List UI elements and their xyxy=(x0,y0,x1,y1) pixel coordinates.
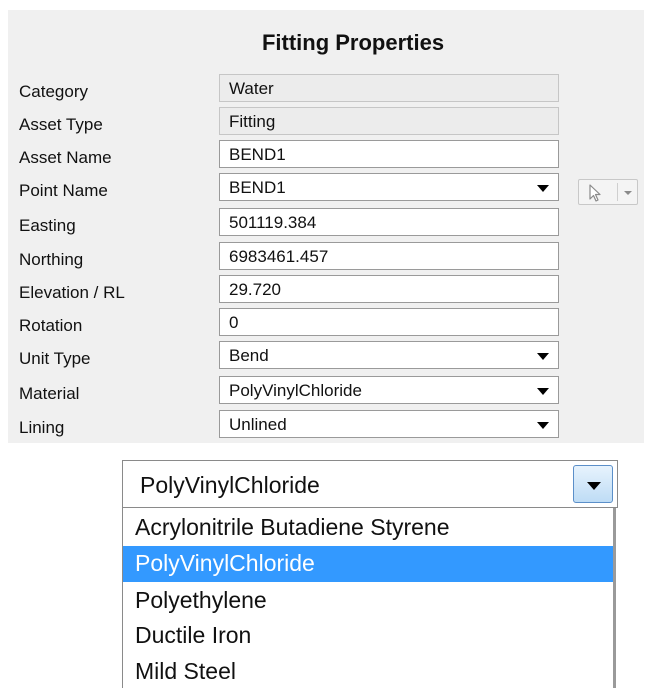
easting-value: 501119.384 xyxy=(229,213,317,232)
row-material: Material PolyVinylChloride xyxy=(8,376,644,408)
option-polyvinylchloride[interactable]: PolyVinylChloride xyxy=(123,546,613,582)
chevron-down-icon xyxy=(537,422,549,429)
easting-input[interactable]: 501119.384 xyxy=(219,208,559,236)
option-ductile-iron[interactable]: Ductile Iron xyxy=(123,618,613,654)
material-combobox-zoomed[interactable]: PolyVinylChloride xyxy=(122,460,618,508)
option-label: Mild Steel xyxy=(135,658,236,684)
rotation-value: 0 xyxy=(229,313,239,332)
northing-value: 6983461.457 xyxy=(229,247,329,266)
row-northing: Northing 6983461.457 xyxy=(8,242,644,274)
chevron-down-icon xyxy=(537,353,549,360)
fitting-properties-panel: Fitting Properties Category Water Asset … xyxy=(8,10,644,443)
point-name-value: BEND1 xyxy=(229,178,286,197)
combobox-value: PolyVinylChloride xyxy=(140,472,320,498)
elevation-input[interactable]: 29.720 xyxy=(219,275,559,303)
unit-type-label: Unit Type xyxy=(19,349,91,368)
panel-title: Fitting Properties xyxy=(261,30,445,55)
category-field: Water xyxy=(219,74,559,102)
row-elevation: Elevation / RL 29.720 xyxy=(8,275,644,307)
row-asset-name: Asset Name BEND1 xyxy=(8,140,644,172)
dropdown-button[interactable] xyxy=(573,465,613,503)
row-easting: Easting 501119.384 xyxy=(8,208,644,240)
point-name-label: Point Name xyxy=(19,181,108,200)
picker-separator xyxy=(617,183,618,201)
picker-dropdown-arrow-icon[interactable] xyxy=(624,191,632,195)
point-picker-button[interactable] xyxy=(578,179,638,205)
row-rotation: Rotation 0 xyxy=(8,308,644,340)
row-point-name: Point Name BEND1 xyxy=(8,173,644,205)
asset-type-field: Fitting xyxy=(219,107,559,135)
northing-label: Northing xyxy=(19,250,84,269)
category-label: Category xyxy=(19,82,88,101)
material-dropdown[interactable]: PolyVinylChloride xyxy=(219,376,559,404)
rotation-input[interactable]: 0 xyxy=(219,308,559,336)
lining-value: Unlined xyxy=(229,415,287,434)
northing-input[interactable]: 6983461.457 xyxy=(219,242,559,270)
asset-name-input[interactable]: BEND1 xyxy=(219,140,559,168)
option-label: Polyethylene xyxy=(135,587,267,613)
category-value: Water xyxy=(229,79,274,98)
material-value: PolyVinylChloride xyxy=(229,381,362,400)
lining-dropdown[interactable]: Unlined xyxy=(219,410,559,438)
material-label: Material xyxy=(19,384,80,403)
elevation-label: Elevation / RL xyxy=(19,283,125,302)
row-asset-type: Asset Type Fitting xyxy=(8,107,644,139)
lining-label: Lining xyxy=(19,418,65,437)
point-name-dropdown[interactable]: BEND1 xyxy=(219,173,559,201)
row-lining: Lining Unlined xyxy=(8,410,644,442)
option-acrylonitrile-butadiene-styrene[interactable]: Acrylonitrile Butadiene Styrene xyxy=(123,510,613,546)
chevron-down-icon xyxy=(537,185,549,192)
asset-name-value: BEND1 xyxy=(229,145,286,164)
asset-type-value: Fitting xyxy=(229,112,276,131)
elevation-value: 29.720 xyxy=(229,280,281,299)
cursor-arrow-icon xyxy=(589,184,601,202)
material-options-list: Acrylonitrile Butadiene Styrene PolyViny… xyxy=(122,508,616,688)
unit-type-value: Bend xyxy=(229,346,269,365)
rotation-label: Rotation xyxy=(19,316,83,335)
option-mild-steel[interactable]: Mild Steel xyxy=(123,654,613,688)
chevron-down-icon xyxy=(587,482,601,490)
chevron-down-icon xyxy=(537,388,549,395)
option-polyethylene[interactable]: Polyethylene xyxy=(123,583,613,619)
option-label: Acrylonitrile Butadiene Styrene xyxy=(135,514,450,540)
unit-type-dropdown[interactable]: Bend xyxy=(219,341,559,369)
row-unit-type: Unit Type Bend xyxy=(8,341,644,373)
asset-name-label: Asset Name xyxy=(19,148,112,167)
asset-type-label: Asset Type xyxy=(19,115,103,134)
option-label: PolyVinylChloride xyxy=(135,550,315,576)
row-category: Category Water xyxy=(8,74,644,106)
option-label: Ductile Iron xyxy=(135,622,252,648)
easting-label: Easting xyxy=(19,216,76,235)
